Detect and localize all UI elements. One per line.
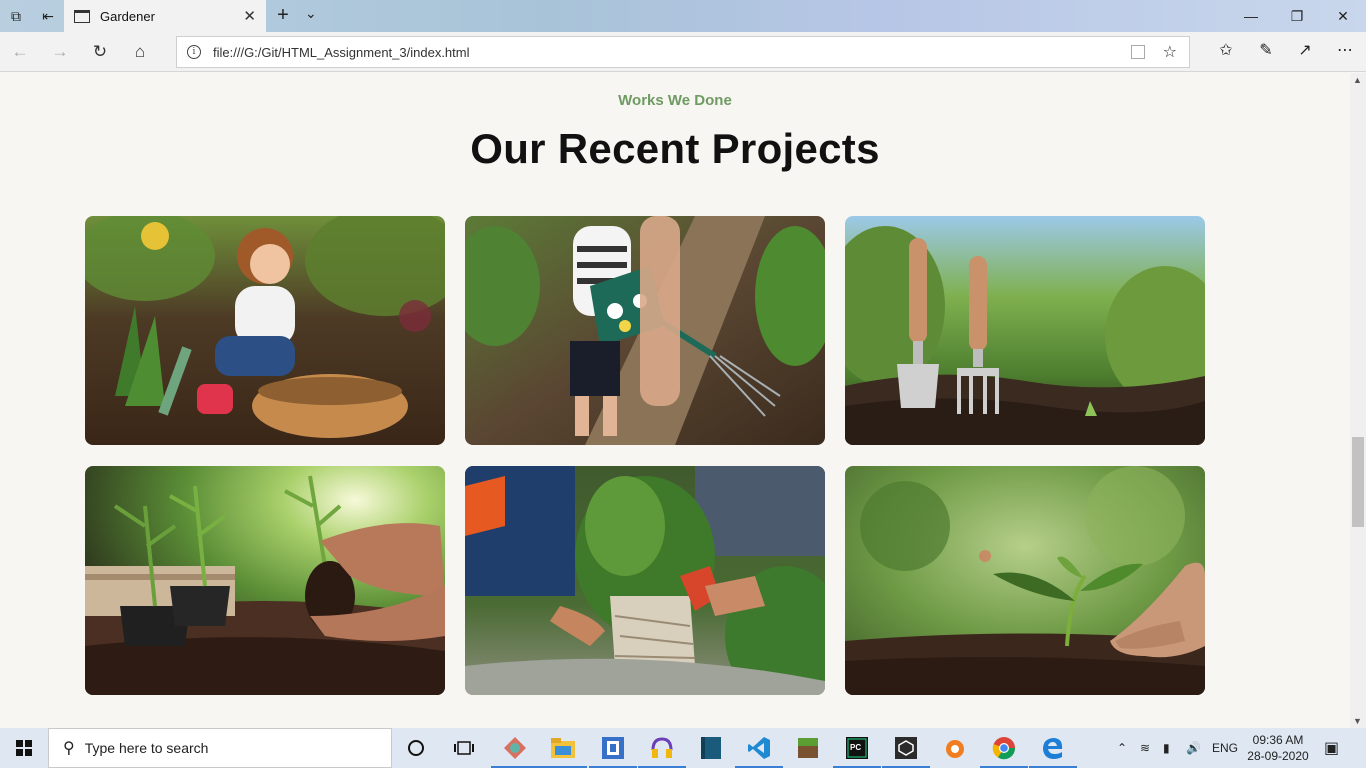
scroll-up-icon[interactable]: ▲	[1353, 75, 1362, 85]
cortana-icon[interactable]	[392, 728, 440, 768]
show-hidden-icons[interactable]: ⌃	[1114, 728, 1130, 768]
child-picking-strawberry-photo	[85, 216, 445, 445]
taskbar-clock[interactable]: 09:36 AM 28-09-2020	[1238, 732, 1318, 764]
share-icon[interactable]: ↗	[1293, 40, 1317, 60]
tab-actions-icon[interactable]: ⧉	[0, 0, 32, 32]
taskbar-search[interactable]: ⚲ Type here to search	[48, 728, 392, 768]
page-icon	[74, 9, 90, 23]
reading-view-icon[interactable]	[1131, 45, 1145, 59]
chrome-icon[interactable]	[980, 728, 1028, 768]
search-icon: ⚲	[63, 740, 75, 757]
favorite-star-icon[interactable]: ☆	[1163, 42, 1177, 62]
book-app-icon[interactable]	[687, 728, 735, 768]
info-icon[interactable]: i	[187, 45, 201, 59]
scrollbar-thumb[interactable]	[1352, 437, 1364, 527]
more-icon[interactable]: ⋯	[1333, 40, 1357, 60]
address-toolbar: ← → ↻ ⌂ i file:///G:/Git/HTML_Assignment…	[0, 32, 1366, 72]
edge-icon[interactable]	[1029, 728, 1077, 768]
project-card-1[interactable]	[85, 216, 445, 445]
hands-holding-seedling-photo	[85, 466, 445, 695]
battery-icon[interactable]: ▮	[1163, 728, 1170, 768]
language-indicator[interactable]: ENG	[1212, 728, 1238, 768]
home-icon[interactable]: ⌂	[128, 40, 152, 64]
hand-with-sprout-photo	[845, 466, 1205, 695]
windows-start-icon[interactable]	[0, 728, 48, 768]
minecraft-icon[interactable]	[784, 728, 832, 768]
avast-icon[interactable]	[931, 728, 979, 768]
wifi-icon[interactable]: ≋	[1140, 728, 1150, 768]
page-scrollbar[interactable]: ▲ ▼	[1350, 73, 1366, 728]
forward-icon[interactable]: →	[48, 40, 72, 64]
unity-icon[interactable]	[882, 728, 930, 768]
project-card-2[interactable]	[465, 216, 825, 445]
favorites-list-icon[interactable]: ✩	[1214, 40, 1238, 60]
close-tab-icon[interactable]: ✕	[243, 7, 256, 25]
windows-taskbar: ⚲ Type here to search PC ⌃ ≋ ▮ 🔊 ENG 09:…	[0, 728, 1366, 768]
pen-icon[interactable]: ✎	[1254, 40, 1278, 60]
volume-icon[interactable]: 🔊	[1186, 728, 1201, 768]
bracket-editor-icon[interactable]	[589, 728, 637, 768]
kids-planting-shrub-photo	[465, 466, 825, 695]
headphones-app-icon[interactable]	[638, 728, 686, 768]
pycharm-icon[interactable]: PC	[833, 728, 881, 768]
scroll-down-icon[interactable]: ▼	[1353, 716, 1362, 726]
refresh-icon[interactable]: ↻	[88, 40, 112, 64]
child-watering-can-photo	[465, 216, 825, 445]
project-card-4[interactable]	[85, 466, 445, 695]
trowel-and-fork-photo	[845, 216, 1205, 445]
project-card-6[interactable]	[845, 466, 1205, 695]
svg-text:PC: PC	[850, 743, 861, 752]
restore-icon[interactable]: ❐	[1274, 0, 1320, 32]
chevron-down-icon[interactable]: ⌄	[305, 5, 317, 22]
address-bar[interactable]: i file:///G:/Git/HTML_Assignment_3/index…	[176, 36, 1190, 68]
close-window-icon[interactable]: ✕	[1320, 0, 1366, 32]
projects-grid	[85, 216, 1205, 695]
file-explorer-icon[interactable]	[539, 728, 587, 768]
minimize-icon[interactable]: —	[1228, 0, 1274, 32]
set-tabs-aside-icon[interactable]: ⇤	[32, 0, 64, 32]
vscode-icon[interactable]	[735, 728, 783, 768]
notification-icon[interactable]: ▣	[1324, 728, 1339, 768]
gitkraken-app-icon[interactable]	[491, 728, 539, 768]
clock-date: 28-09-2020	[1247, 749, 1309, 763]
project-card-5[interactable]	[465, 466, 825, 695]
tab-title: Gardener	[100, 8, 155, 24]
task-view-icon[interactable]	[440, 728, 488, 768]
browser-title-bar: ⧉ ⇤ Gardener ✕ + ⌄ — ❐ ✕	[0, 0, 1366, 32]
tab-gardener[interactable]: Gardener ✕	[64, 0, 266, 32]
back-icon[interactable]: ←	[8, 40, 32, 64]
new-tab-icon[interactable]: +	[272, 4, 294, 27]
projects-section: Works We Done Our Recent Projects	[0, 73, 1350, 728]
section-title: Our Recent Projects	[470, 125, 880, 172]
search-placeholder[interactable]: Type here to search	[85, 740, 209, 756]
section-eyebrow: Works We Done	[618, 92, 732, 109]
url-text[interactable]: file:///G:/Git/HTML_Assignment_3/index.h…	[213, 45, 469, 60]
clock-time: 09:36 AM	[1252, 733, 1304, 747]
project-card-3[interactable]	[845, 216, 1205, 445]
